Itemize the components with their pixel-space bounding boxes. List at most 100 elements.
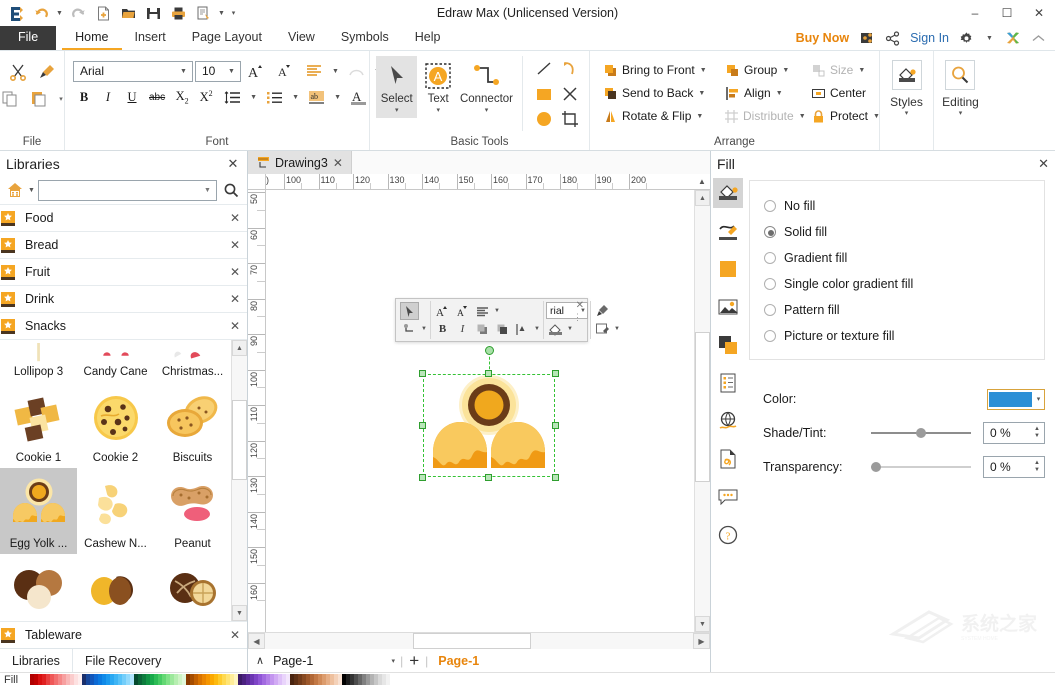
library-category-food[interactable]: Food ✕	[0, 204, 247, 231]
transparency-thumb[interactable]	[871, 462, 881, 472]
print-icon[interactable]	[166, 2, 190, 24]
library-category-close-icon[interactable]: ✕	[227, 265, 243, 279]
menu-tab-help[interactable]: Help	[402, 26, 454, 50]
styles-button[interactable]: Styles ▾	[890, 60, 923, 117]
connector-tool-caret[interactable]: ▾	[485, 105, 489, 117]
text-tool-button[interactable]: A Text ▾	[417, 56, 458, 118]
shape-item-cookie-1[interactable]: Cookie 1	[0, 382, 77, 468]
canvas-scroll-down-button[interactable]: ▼	[695, 616, 710, 632]
shadow-icon[interactable]	[713, 330, 743, 360]
canvas-hscroll-track[interactable]	[265, 633, 693, 649]
fill-option-gradient-fill[interactable]: Gradient fill	[764, 245, 1044, 271]
strikethrough-button[interactable]: abc	[145, 86, 169, 108]
library-category-fruit[interactable]: Fruit ✕	[0, 258, 247, 285]
color-picker-button[interactable]: ▾	[987, 388, 1045, 410]
shape-item-peanut[interactable]: Peanut	[154, 468, 231, 554]
print-preview-icon[interactable]	[191, 2, 215, 24]
ruler-collapse-icon[interactable]: ▲	[694, 174, 710, 190]
buy-now-button[interactable]: Buy Now	[796, 31, 849, 45]
menu-tab-symbols[interactable]: Symbols	[328, 26, 402, 50]
page-tab-page-1[interactable]: Page-1	[430, 654, 487, 668]
text-align-caret[interactable]: ▼	[330, 60, 341, 82]
edraw-x-icon[interactable]	[1004, 30, 1021, 47]
transparency-slider[interactable]	[871, 460, 971, 474]
group-caret[interactable]: ▼	[782, 67, 789, 74]
open-file-icon[interactable]	[116, 2, 140, 24]
search-input[interactable]	[38, 180, 201, 200]
font-name-caret[interactable]: ▼	[177, 68, 190, 75]
help-icon[interactable]: ?	[713, 520, 743, 550]
edit-shape-caret[interactable]: ▼	[613, 326, 621, 332]
floating-toolbar-handle[interactable]: ⋮	[573, 313, 582, 322]
select-tool-button[interactable]: Select ▾	[376, 56, 418, 118]
grow-font-button[interactable]: A	[433, 302, 452, 320]
shade-tint-spinner[interactable]: 0 % ▲ ▼	[983, 422, 1045, 444]
vertical-ruler[interactable]: 50 60 70 80 90 100 110 120 130 140 150 160	[248, 190, 266, 632]
document-tab-close-icon[interactable]: ✕	[333, 156, 343, 170]
shapes-scrollbar[interactable]: ▲ ▼	[231, 340, 247, 621]
character-spacing-caret[interactable]: ▼	[332, 86, 343, 108]
shape-item-biscuits[interactable]: Biscuits	[154, 382, 231, 468]
shape-item-chestnuts[interactable]: Chestnuts	[77, 554, 154, 621]
picture-icon[interactable]	[713, 292, 743, 322]
bullets-button[interactable]	[261, 86, 288, 108]
edit-shape-icon[interactable]	[593, 320, 612, 338]
shape-item-walnuts[interactable]: Walnuts	[154, 554, 231, 621]
redo-icon[interactable]	[66, 2, 90, 24]
connector-caret[interactable]: ▼	[420, 326, 428, 332]
color-picker-caret[interactable]: ▾	[1033, 395, 1044, 403]
cut-icon[interactable]	[5, 59, 31, 84]
bring-to-front-caret[interactable]: ▼	[700, 67, 707, 74]
line-spacing-caret[interactable]: ▼	[248, 86, 259, 108]
fill-option-no-fill[interactable]: No fill	[764, 193, 1044, 219]
attachment-icon[interactable]	[713, 444, 743, 474]
center-button[interactable]: Center	[805, 82, 885, 104]
search-history-caret[interactable]: ▼	[201, 187, 214, 194]
library-category-bread[interactable]: Bread ✕	[0, 231, 247, 258]
scroll-up-button[interactable]: ▲	[232, 340, 247, 356]
library-category-close-icon[interactable]: ✕	[227, 319, 243, 333]
select-pointer-icon[interactable]	[400, 302, 419, 320]
line-spacing-button[interactable]	[219, 86, 246, 108]
canvas-scroll-thumb[interactable]	[695, 332, 710, 482]
customize-qat-caret[interactable]: ▾	[228, 2, 239, 24]
rectangle-tool-icon[interactable]	[531, 81, 557, 106]
share-network-icon[interactable]	[884, 30, 901, 47]
editing-button[interactable]: Editing ▾	[942, 60, 979, 117]
undo-dropdown-caret[interactable]: ▼	[54, 2, 65, 24]
collapse-ribbon-icon[interactable]	[1030, 30, 1047, 47]
copy-icon[interactable]	[0, 86, 23, 111]
protect-button[interactable]: Protect ▼	[805, 105, 885, 127]
align-objects-caret[interactable]: ▼	[533, 326, 541, 332]
align-objects-icon[interactable]	[513, 320, 532, 338]
canvas-scroll-right-button[interactable]: ▶	[693, 633, 710, 649]
handle-top-right[interactable]	[552, 370, 559, 377]
scroll-track[interactable]	[232, 356, 247, 605]
editing-caret[interactable]: ▾	[959, 109, 963, 117]
fill-option-solid-fill[interactable]: Solid fill	[764, 219, 1044, 245]
paste-icon[interactable]	[26, 86, 52, 111]
cross-tool-icon[interactable]	[557, 81, 583, 106]
handle-middle-right[interactable]	[552, 422, 559, 429]
line-tool-icon[interactable]	[531, 56, 557, 81]
transparency-spin-arrows[interactable]: ▲ ▼	[1030, 457, 1044, 477]
group-button[interactable]: Group ▼	[719, 59, 803, 81]
properties-list-icon[interactable]	[713, 368, 743, 398]
font-size-combo[interactable]: 10 ▼	[195, 60, 241, 82]
fill-option-picture-or-texture-fill[interactable]: Picture or texture fill	[764, 323, 1044, 349]
shape-item-egg-yolk[interactable]: Egg Yolk ...	[0, 468, 77, 554]
scroll-down-button[interactable]: ▼	[232, 605, 247, 621]
bullets-caret[interactable]: ▼	[290, 86, 301, 108]
edraw-logo-icon[interactable]	[4, 2, 28, 24]
shape-color-icon[interactable]	[713, 254, 743, 284]
shade-tint-slider[interactable]	[871, 426, 971, 440]
settings-caret[interactable]: ▼	[984, 27, 995, 49]
fill-option-single-color-gradient-fill[interactable]: Single color gradient fill	[764, 271, 1044, 297]
bring-to-front-icon[interactable]	[473, 320, 492, 338]
radio-pattern-fill[interactable]	[764, 304, 776, 316]
styles-caret[interactable]: ▾	[905, 109, 909, 117]
handle-bottom-center[interactable]	[485, 474, 492, 481]
libraries-close-icon[interactable]: ✕	[225, 156, 241, 172]
shape-item-christmas[interactable]: Christmas...	[154, 340, 231, 382]
shrink-font-button[interactable]: A	[272, 60, 299, 82]
